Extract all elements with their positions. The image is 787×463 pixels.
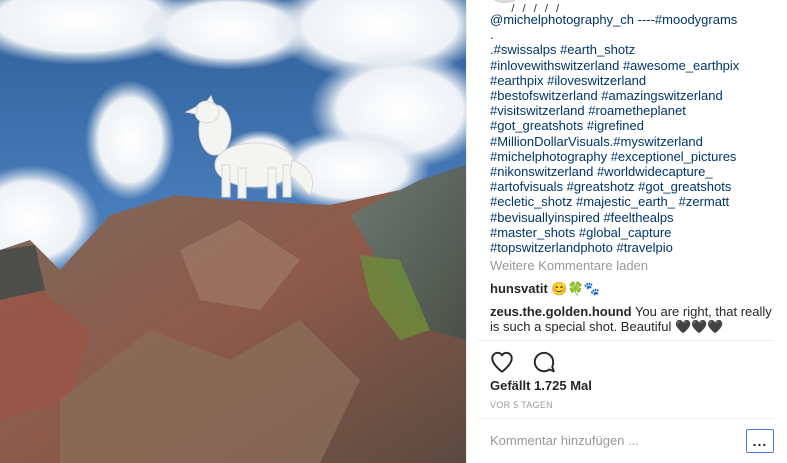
comment-username[interactable]: zeus.the.golden.hound (490, 304, 632, 319)
section-divider (478, 340, 774, 341)
post-timestamp[interactable]: VOR 5 TAGEN (490, 400, 553, 410)
caption-line[interactable]: #visitswitzerland #roametheplanet (490, 103, 772, 118)
caption-line[interactable]: #michelphotography #exceptionel_pictures (490, 149, 772, 164)
comment-username[interactable]: hunsvatit (490, 281, 548, 296)
caption-line[interactable]: #ecletic_shotz #majestic_earth_ #zermatt (490, 194, 772, 209)
panel-divider (466, 0, 467, 463)
caption-line[interactable]: @michelphotography_ch ----#moodygrams (490, 12, 772, 27)
white-wolf-on-rocks-photo (0, 0, 466, 463)
caption-line: . (490, 27, 494, 43)
caption-line[interactable]: #bevisuallyinspired #feelthealps (490, 210, 772, 225)
speech-bubble-icon[interactable] (531, 349, 557, 375)
caption-line[interactable]: #topswitzerlandphoto #travelpio (490, 240, 772, 255)
comment: hunsvatit 😊🍀🐾 (490, 281, 772, 296)
caption-line[interactable]: #nikonswitzerland #worldwidecapture_ (490, 164, 772, 179)
caption-cut-line: ___/_/_/_/_/_ _ _ _ (490, 3, 601, 12)
like-count[interactable]: Gefällt 1.725 Mal (490, 378, 592, 393)
caption-line[interactable]: #inlovewithswitzerland #awesome_earthpix (490, 58, 772, 73)
caption-line[interactable]: #earthpix #iloveswitzerland (490, 73, 772, 88)
comment: zeus.the.golden.hound You are right, tha… (490, 304, 772, 334)
post-photo[interactable] (0, 0, 466, 463)
more-options-button[interactable]: ... (746, 429, 774, 453)
more-dots-icon: ... (752, 433, 768, 449)
heart-outline-icon[interactable] (489, 349, 515, 375)
post-actions (489, 349, 569, 375)
comment-text: 😊🍀🐾 (551, 281, 600, 297)
load-more-comments-link[interactable]: Weitere Kommentare laden (490, 258, 772, 273)
section-divider (478, 418, 774, 419)
caption-line[interactable]: .#swissalps #earth_shotz (490, 42, 772, 57)
caption-line[interactable]: #MillionDollarVisuals.#myswitzerland (490, 134, 772, 149)
add-comment-input[interactable] (490, 430, 730, 450)
caption-line[interactable]: #master_shots #global_capture (490, 225, 772, 240)
caption-and-comments[interactable]: ___/_/_/_/_/_ _ _ _ @michelphotography_c… (490, 0, 772, 340)
caption-line[interactable]: #bestofswitzerland #amazingswitzerland (490, 88, 772, 103)
caption-line[interactable]: #got_greatshots #igrefined (490, 118, 772, 133)
caption-line[interactable]: #artofvisuals #greatshotz #got_greatshot… (490, 179, 772, 194)
